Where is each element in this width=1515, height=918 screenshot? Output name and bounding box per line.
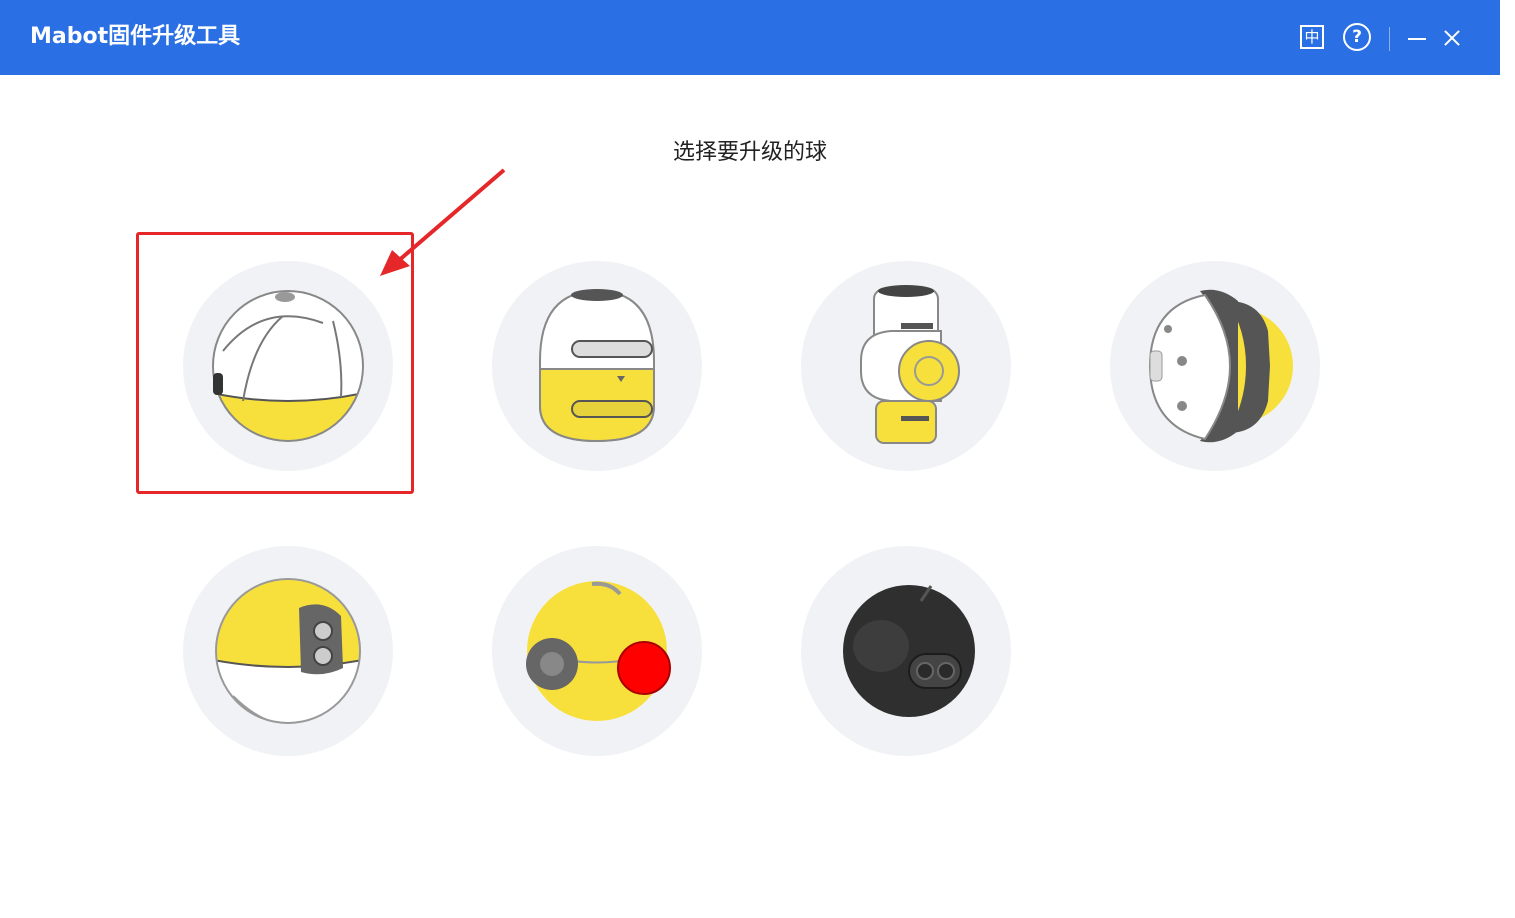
app-title: Mabot固件升级工具 — [30, 24, 241, 49]
close-button[interactable] — [1441, 24, 1463, 52]
page-heading: 选择要升级的球 — [672, 140, 827, 165]
servo-ball-icon — [860, 285, 960, 444]
ball-card-sensor[interactable] — [183, 546, 393, 756]
ball-card-servo[interactable] — [801, 261, 1011, 471]
drive-ball-icon — [539, 289, 655, 443]
minimize-button[interactable] — [1406, 24, 1428, 52]
ball-card-drive[interactable] — [492, 261, 702, 471]
title-bar: Mabot固件升级工具 中 ? — [0, 0, 1500, 75]
black-ball-icon — [843, 585, 975, 717]
ball-card-black[interactable] — [801, 546, 1011, 756]
help-button[interactable]: ? — [1343, 23, 1371, 51]
light-ball-icon — [526, 581, 671, 721]
titlebar-divider — [1389, 27, 1390, 51]
pointer-arrow-icon — [380, 168, 506, 276]
language-button[interactable]: 中 — [1300, 25, 1324, 49]
wheel-ball-icon — [1148, 289, 1293, 443]
ball-card-light[interactable] — [492, 546, 702, 756]
ball-card-wheel[interactable] — [1110, 261, 1320, 471]
sensor-ball-icon — [215, 578, 361, 724]
